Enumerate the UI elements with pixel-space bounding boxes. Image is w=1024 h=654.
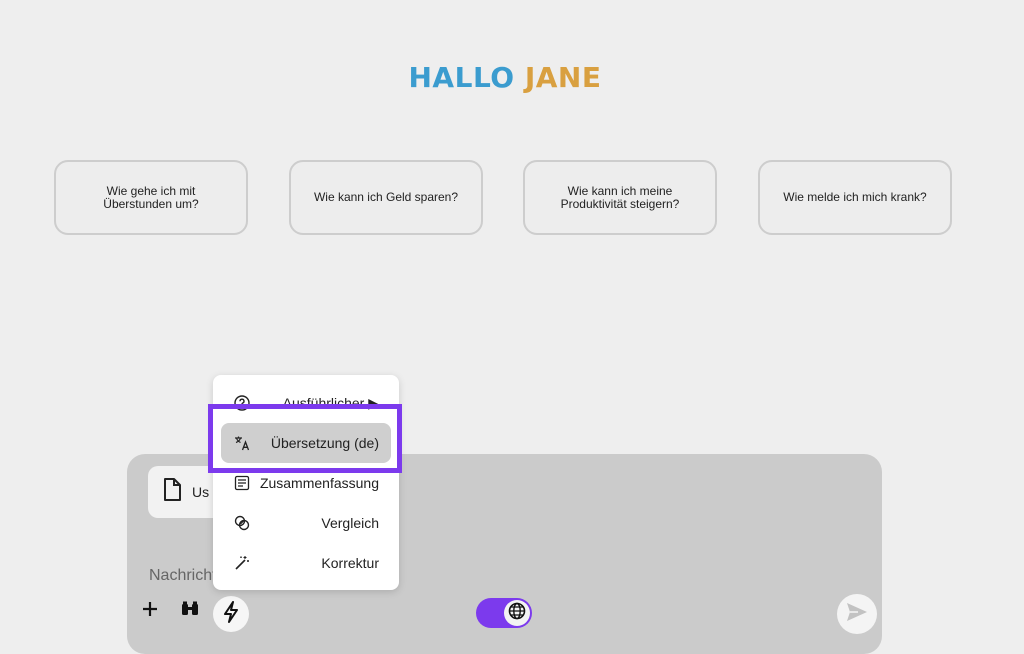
translate-icon [233,434,251,452]
suggestion-text: Wie kann ich meine Produktivität steiger… [560,183,680,211]
menu-item-more-detailed[interactable]: Ausführlicher ▶ [221,383,391,423]
greeting-word-name: JANE [524,61,602,94]
quick-actions-button[interactable] [213,596,249,632]
lightning-icon [223,600,239,628]
suggestion-card-overtime[interactable]: Wie gehe ich mit Überstunden um? [54,160,248,235]
suggestion-card-save-money[interactable]: Wie kann ich Geld sparen? [289,160,483,235]
web-search-toggle[interactable] [476,598,532,628]
compare-icon [233,514,251,532]
menu-item-label: Zusammenfassung [259,475,379,491]
send-icon [846,602,868,627]
menu-item-summary[interactable]: Zusammenfassung [221,463,391,503]
menu-item-label: Korrektur [321,555,379,571]
menu-item-label: Übersetzung (de) [270,435,379,451]
attachment-name: Us [192,484,210,500]
suggestion-text: Wie kann ich Geld sparen? [313,190,459,204]
search-web-button[interactable] [177,598,203,624]
magic-wand-icon [233,554,251,572]
suggestion-text: Wie melde ich mich krank? [783,190,927,204]
menu-item-comparison[interactable]: Vergleich [221,503,391,543]
menu-item-label: Vergleich [321,515,379,531]
globe-icon [508,602,526,625]
suggestion-card-sick-leave[interactable]: Wie melde ich mich krank? [758,160,952,235]
menu-item-label: Ausführlicher ▶ [282,395,379,411]
send-button[interactable] [837,594,877,634]
suggestion-text: Wie gehe ich mit Überstunden um? [103,183,199,211]
add-button[interactable] [137,598,163,624]
summary-icon [233,474,251,492]
toggle-knob [504,600,530,626]
greeting-word-hallo: HALLO [408,61,515,94]
question-circle-icon [233,394,251,412]
binoculars-icon [180,601,200,622]
document-icon [162,477,182,507]
greeting-title: HALLO JANE [0,58,1010,98]
menu-item-correction[interactable]: Korrektur [221,543,391,583]
plus-icon [141,600,159,623]
quick-actions-menu: Ausführlicher ▶ Übersetzung (de) Zusamme… [213,375,399,590]
suggestion-card-productivity[interactable]: Wie kann ich meine Produktivität steiger… [523,160,717,235]
menu-item-translation[interactable]: Übersetzung (de) [221,423,391,463]
